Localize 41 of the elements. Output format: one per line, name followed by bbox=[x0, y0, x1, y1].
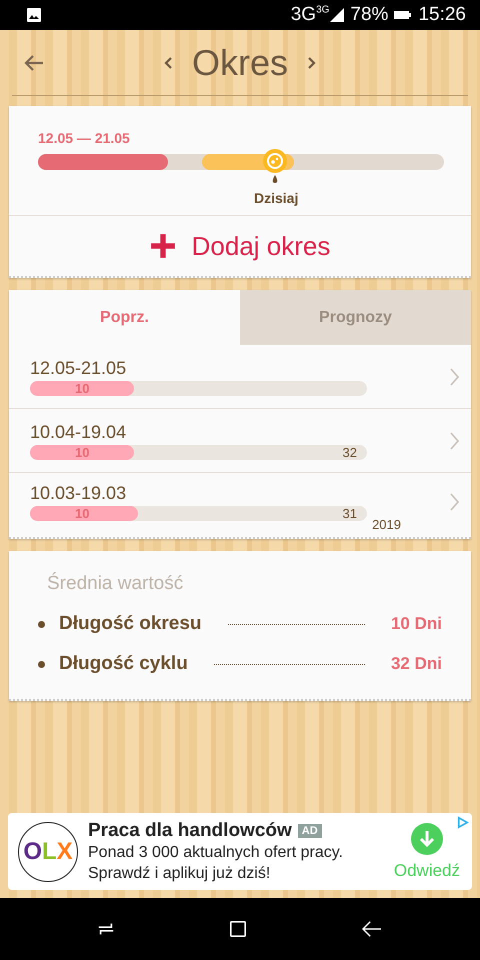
tab[interactable]: Poprz. bbox=[9, 290, 240, 345]
visit-link[interactable]: Odwiedź bbox=[394, 860, 460, 880]
period-days: 10 bbox=[75, 506, 90, 521]
ad-title: Praca dla handlowców bbox=[88, 820, 292, 842]
ad-description: Ponad 3 000 aktualnych ofert pracy. Sprawdź i aplikuj już dziś! bbox=[88, 842, 344, 884]
clock: 15:26 bbox=[418, 4, 466, 26]
back-icon[interactable] bbox=[361, 920, 383, 938]
period-dates: 12.05-21.05 bbox=[30, 358, 128, 378]
battery-icon bbox=[394, 10, 412, 20]
average-value: 32 Dni bbox=[390, 654, 442, 674]
ad-choices-icon[interactable] bbox=[455, 815, 470, 830]
home-icon[interactable] bbox=[229, 920, 247, 938]
year-label: 2019 bbox=[372, 517, 401, 534]
average-value: 10 Dni bbox=[390, 614, 442, 634]
recent-apps-icon[interactable] bbox=[97, 921, 115, 937]
cycle-days: 32 bbox=[342, 444, 357, 460]
period-dates: 10.04-19.04 bbox=[30, 422, 128, 442]
cycle-days: 31 bbox=[342, 506, 357, 521]
period-days: 10 bbox=[75, 444, 90, 460]
period-dates: 10.03-19.03 bbox=[30, 483, 128, 504]
page-title: Okres bbox=[192, 42, 288, 84]
ad-banner[interactable]: OLX Praca dla handlowców AD Ponad 3 000 aktualnych ofert pracy. Sprawdź i aplikuj już dziś! Odwiedź bbox=[8, 813, 472, 890]
add-period-button[interactable]: Dodaj okres bbox=[9, 216, 471, 276]
average-label: Długość cyklu bbox=[59, 653, 188, 675]
section-title: Średnia wartość bbox=[47, 573, 184, 595]
today-label: Dzisiaj bbox=[254, 190, 298, 206]
battery-percent: 78% bbox=[350, 4, 388, 26]
network-type: 3G$^{3G}$ bbox=[290, 4, 330, 26]
previous-chevron-icon[interactable] bbox=[164, 54, 174, 70]
tab[interactable]: Prognozy bbox=[240, 290, 471, 345]
bullet-icon bbox=[38, 660, 45, 668]
next-chevron-icon[interactable] bbox=[306, 54, 316, 70]
signal-icon bbox=[330, 8, 344, 22]
olx-logo: OLX bbox=[18, 822, 78, 882]
period-range: 12.05 — 21.05 bbox=[38, 130, 131, 146]
average-label: Długość okresu bbox=[59, 613, 202, 635]
ad-badge: AD bbox=[298, 824, 322, 838]
plus-icon bbox=[150, 233, 176, 259]
period-days: 10 bbox=[75, 380, 90, 396]
image-icon bbox=[26, 7, 42, 23]
bullet-icon bbox=[38, 620, 45, 628]
